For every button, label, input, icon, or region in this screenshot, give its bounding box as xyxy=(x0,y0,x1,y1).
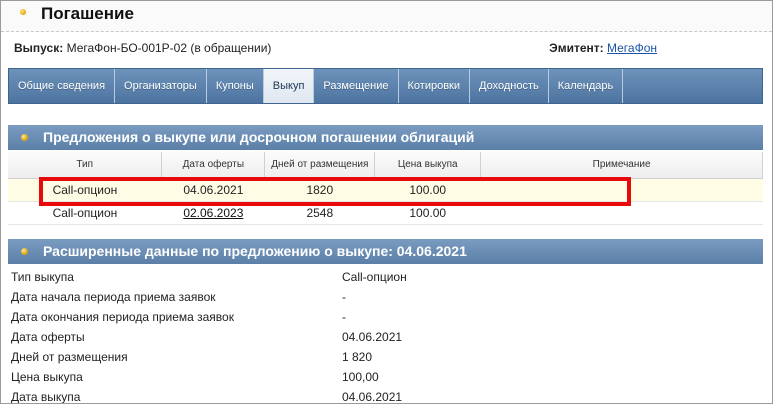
col-days: Дней от размещения xyxy=(264,152,376,179)
detail-key: Дней от размещения xyxy=(11,350,128,364)
section-bullet-icon xyxy=(21,248,28,255)
detail-value: 04.06.2021 xyxy=(342,330,403,344)
tab-organizers[interactable]: Организаторы xyxy=(115,69,207,103)
details-list: Тип выкупа Call-опцион Дата начала перио… xyxy=(11,267,751,404)
issuer-link[interactable]: МегаФон xyxy=(607,41,657,55)
tab-buyback[interactable]: Выкуп xyxy=(263,69,315,103)
offers-table-header: Тип Дата оферты Дней от размещения Цена … xyxy=(8,152,763,179)
detail-value: 100,00 xyxy=(342,370,379,384)
offers-section-title: Предложения о выкупе или досрочном погаш… xyxy=(43,129,475,145)
list-item: Дата оферты 04.06.2021 xyxy=(11,327,751,347)
detail-key: Цена выкупа xyxy=(11,370,83,384)
page-frame: Погашение Выпуск: МегаФон-БО-001Р-02 (в … xyxy=(0,0,773,404)
tab-calendar[interactable]: Календарь xyxy=(549,69,624,103)
details-section-title: Расширенные данные по предложению о выку… xyxy=(43,243,467,259)
list-item: Цена выкупа 100,00 xyxy=(11,367,751,387)
col-price: Цена выкупа xyxy=(374,152,482,179)
detail-value: 1 820 xyxy=(342,350,373,364)
offers-section-header: Предложения о выкупе или досрочном погаш… xyxy=(8,125,763,150)
tab-general[interactable]: Общие сведения xyxy=(9,69,116,103)
issue-info: Выпуск: МегаФон-БО-001Р-02 (в обращении)… xyxy=(14,41,759,55)
table-row[interactable]: Call-опцион 02.06.2023 2548 100.00 xyxy=(8,201,763,225)
cell-days: 2548 xyxy=(264,201,375,225)
issuer-label: Эмитент: xyxy=(549,41,604,55)
page-header: Погашение xyxy=(1,1,772,32)
issue-name: МегаФон-БО-001Р-02 (в обращении) xyxy=(66,41,272,55)
issue-label: Выпуск: xyxy=(14,41,64,55)
detail-key: Дата окончания периода приема заявок xyxy=(11,310,234,324)
list-item: Тип выкупа Call-опцион xyxy=(11,267,751,287)
issuer-info: Эмитент: МегаФон xyxy=(549,41,657,55)
cell-type: Call-опцион xyxy=(8,178,162,202)
table-row[interactable]: Call-опцион 04.06.2021 1820 100.00 xyxy=(8,178,763,202)
page-title: Погашение xyxy=(41,4,134,23)
offers-table: Тип Дата оферты Дней от размещения Цена … xyxy=(8,152,763,225)
tab-bar: Общие сведения Организаторы Купоны Выкуп… xyxy=(8,68,763,104)
detail-key: Тип выкупа xyxy=(11,270,74,284)
cell-price: 100.00 xyxy=(374,178,481,202)
tab-coupons[interactable]: Купоны xyxy=(207,69,264,103)
detail-value: 04.06.2021 xyxy=(342,390,403,404)
detail-value: - xyxy=(342,310,346,324)
cell-type: Call-опцион xyxy=(8,201,162,225)
list-item: Дата выкупа 04.06.2021 xyxy=(11,387,751,404)
detail-value: - xyxy=(342,290,346,304)
detail-key: Дата оферты xyxy=(11,330,85,344)
list-item: Дней от размещения 1 820 xyxy=(11,347,751,367)
detail-value: Call-опцион xyxy=(342,270,407,284)
col-type: Тип xyxy=(8,152,163,179)
col-note: Примечание xyxy=(480,152,763,179)
cell-days: 1820 xyxy=(264,178,375,202)
details-section-header: Расширенные данные по предложению о выку… xyxy=(8,239,763,264)
tab-placement[interactable]: Размещение xyxy=(314,69,399,103)
tab-yield[interactable]: Доходность xyxy=(470,69,549,103)
list-item: Дата окончания периода приема заявок - xyxy=(11,307,751,327)
detail-key: Дата выкупа xyxy=(11,390,81,404)
cell-date: 04.06.2021 xyxy=(161,178,265,202)
cell-note xyxy=(480,178,763,202)
section-bullet-icon xyxy=(21,134,28,141)
tab-quotes[interactable]: Котировки xyxy=(399,69,471,103)
list-item: Дата начала периода приема заявок - xyxy=(11,287,751,307)
detail-key: Дата начала периода приема заявок xyxy=(11,290,216,304)
cell-date-link[interactable]: 02.06.2023 xyxy=(161,201,265,225)
col-date: Дата оферты xyxy=(161,152,266,179)
cell-note xyxy=(480,201,763,225)
bullet-icon xyxy=(20,9,26,15)
cell-price: 100.00 xyxy=(374,201,481,225)
